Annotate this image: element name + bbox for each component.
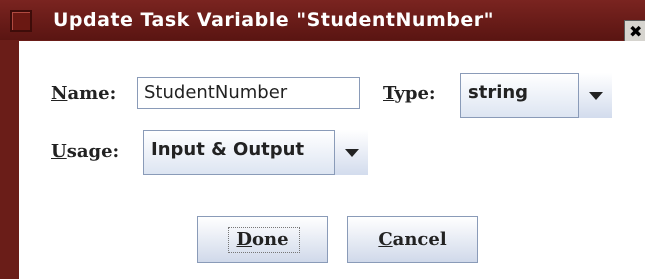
name-label-mnemonic: N <box>51 83 68 104</box>
type-select[interactable]: string <box>460 73 612 118</box>
usage-dropdown-button[interactable] <box>334 130 368 175</box>
usage-label-mnemonic: U <box>51 141 67 162</box>
usage-select[interactable]: Input & Output <box>143 130 368 175</box>
dialog-title: Update Task Variable "StudentNumber" <box>53 9 495 31</box>
cancel-mnemonic: C <box>378 229 393 250</box>
cancel-button-label: Cancel <box>348 229 477 250</box>
name-field[interactable]: StudentNumber <box>137 77 360 109</box>
done-rest: one <box>252 229 289 250</box>
done-button-label: Done <box>198 229 327 250</box>
type-dropdown-button[interactable] <box>578 73 612 118</box>
type-label-rest: ype: <box>394 83 436 104</box>
dialog-content: Name: StudentNumber Type: string Usage: … <box>19 41 645 279</box>
cancel-rest: ancel <box>392 229 447 250</box>
dialog-window: Update Task Variable "StudentNumber" ✖ N… <box>0 0 645 279</box>
title-bar[interactable]: Update Task Variable "StudentNumber" ✖ <box>0 0 645 44</box>
name-label: Name: <box>51 83 116 104</box>
usage-label-rest: sage: <box>66 141 120 162</box>
name-label-rest: ame: <box>67 83 117 104</box>
type-label-mnemonic: T <box>383 83 395 104</box>
chevron-down-icon <box>589 92 603 100</box>
chevron-down-icon <box>345 149 359 157</box>
window-menu-icon[interactable] <box>10 10 32 32</box>
type-select-value: string <box>468 82 529 103</box>
cancel-button[interactable]: Cancel <box>347 216 478 263</box>
usage-label: Usage: <box>51 141 119 162</box>
done-button[interactable]: Done <box>197 216 328 263</box>
done-mnemonic: D <box>236 229 253 250</box>
type-label: Type: <box>383 83 436 104</box>
usage-select-value: Input & Output <box>151 139 305 160</box>
